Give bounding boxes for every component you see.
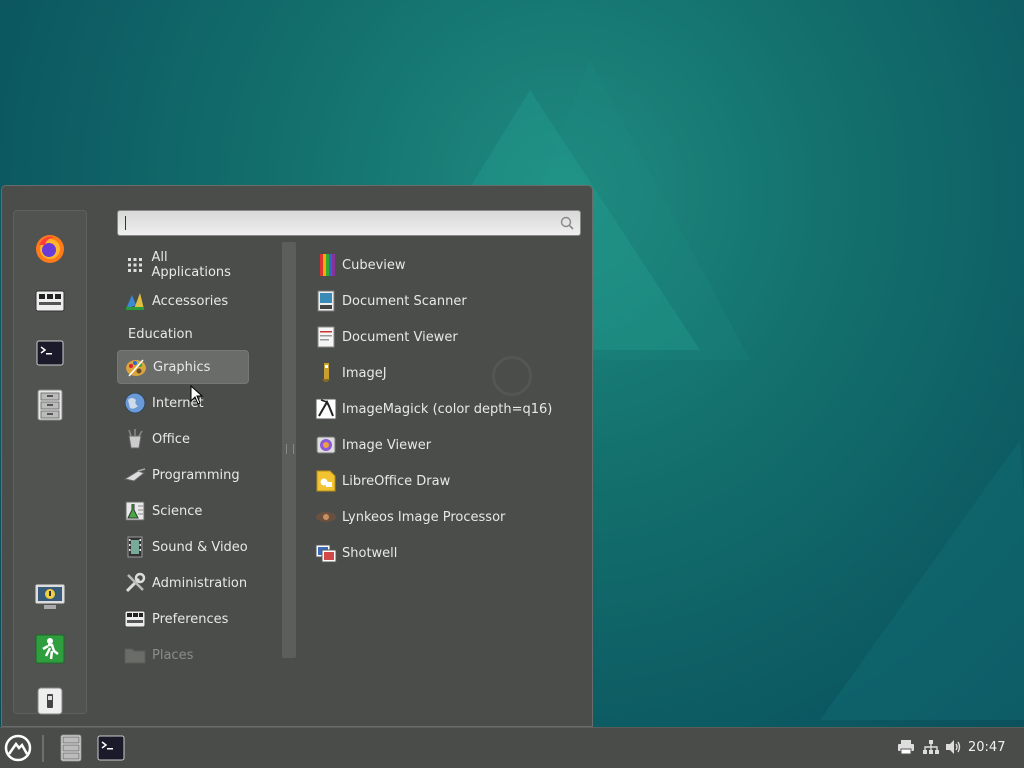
internet-icon <box>124 392 146 414</box>
category-preferences[interactable]: Preferences <box>117 602 249 636</box>
category-science[interactable]: Science <box>117 494 249 528</box>
category-label: Accessories <box>152 293 229 309</box>
pane-resize-grip[interactable] <box>286 444 294 454</box>
category-label: Places <box>152 647 194 663</box>
scanner-icon <box>314 289 338 313</box>
app-label: Document Viewer <box>342 329 458 345</box>
app-label: Lynkeos Image Processor <box>342 509 506 525</box>
category-graphics[interactable]: Graphics <box>117 350 249 384</box>
accessories-icon <box>124 290 146 312</box>
printer-icon[interactable] <box>897 739 915 755</box>
network-icon[interactable] <box>922 739 940 755</box>
taskbar: 20:47 <box>0 727 1024 768</box>
text-cursor <box>125 216 126 230</box>
category-label: Education <box>128 326 193 342</box>
app-item[interactable]: Document Scanner <box>314 284 467 318</box>
category-label: Administration <box>152 575 248 591</box>
taskbar-separator <box>42 735 44 762</box>
shotwell-icon <box>314 541 338 565</box>
terminal-icon <box>97 735 125 761</box>
administration-icon <box>124 572 146 594</box>
search-input[interactable] <box>128 213 552 235</box>
lock-screen-icon <box>34 583 66 609</box>
app-item[interactable]: LibreOffice Draw <box>314 464 450 498</box>
app-label: Document Scanner <box>342 293 467 309</box>
volume-icon[interactable] <box>945 739 963 755</box>
science-icon <box>124 500 146 522</box>
settings-icon <box>35 290 65 312</box>
document-viewer-icon <box>314 325 338 349</box>
folder-icon <box>124 644 146 666</box>
logout-button[interactable] <box>30 629 70 669</box>
category-label: Science <box>152 503 203 519</box>
app-item[interactable]: ImageJ <box>314 356 387 390</box>
application-menu: All Applications Accessories Education G… <box>1 185 593 727</box>
favorite-settings[interactable] <box>30 281 70 321</box>
files-icon <box>60 734 82 762</box>
favorites-sidebar <box>13 210 87 715</box>
app-label: Image Viewer <box>342 437 432 453</box>
category-administration[interactable]: Administration <box>117 566 249 600</box>
shutdown-button[interactable] <box>30 681 70 721</box>
category-all-applications[interactable]: All Applications <box>117 248 249 282</box>
menu-icon <box>4 734 32 762</box>
preferences-icon <box>124 608 146 630</box>
favorite-files[interactable] <box>30 385 70 425</box>
taskbar-terminal-launcher[interactable] <box>95 732 127 764</box>
debian-watermark <box>492 356 532 396</box>
lynkeos-icon <box>314 505 338 529</box>
taskbar-files-launcher[interactable] <box>56 732 86 764</box>
logout-icon <box>35 634 65 664</box>
lock-screen-button[interactable] <box>30 577 70 617</box>
app-item[interactable]: Document Viewer <box>314 320 458 354</box>
category-education[interactable]: Education <box>117 318 249 350</box>
app-label: Cubeview <box>342 257 406 273</box>
cubeview-icon <box>314 253 338 277</box>
category-label: All Applications <box>151 250 231 280</box>
search-icon <box>560 216 574 230</box>
app-item[interactable]: Shotwell <box>314 536 397 570</box>
app-label: ImageJ <box>342 365 387 381</box>
category-label: Programming <box>152 467 240 483</box>
imagej-icon <box>314 361 338 385</box>
grid-icon <box>124 254 146 276</box>
mouse-cursor-icon <box>190 385 204 405</box>
favorite-terminal[interactable] <box>30 333 70 373</box>
app-item[interactable]: ImageMagick (color depth=q16) <box>314 392 552 426</box>
terminal-icon <box>36 340 64 366</box>
category-accessories[interactable]: Accessories <box>117 284 249 318</box>
search-box[interactable] <box>117 210 581 236</box>
menu-button[interactable] <box>2 732 34 764</box>
imagemagick-icon <box>314 397 338 421</box>
app-label: LibreOffice Draw <box>342 473 451 489</box>
category-label: Office <box>152 431 190 447</box>
libreoffice-draw-icon <box>314 469 338 493</box>
app-item[interactable]: Cubeview <box>314 248 406 282</box>
sound-video-icon <box>124 536 146 558</box>
app-item[interactable]: Lynkeos Image Processor <box>314 500 505 534</box>
clock[interactable]: 20:47 <box>968 740 1005 755</box>
category-programming[interactable]: Programming <box>117 458 249 492</box>
category-places[interactable]: Places <box>117 638 249 672</box>
category-internet[interactable]: Internet <box>117 386 249 420</box>
office-icon <box>124 428 146 450</box>
shutdown-icon <box>37 687 63 715</box>
app-label: ImageMagick (color depth=q16) <box>342 401 553 417</box>
graphics-icon <box>125 356 147 378</box>
app-label: Shotwell <box>342 545 398 561</box>
category-sound-video[interactable]: Sound & Video <box>117 530 249 564</box>
programming-icon <box>124 464 146 486</box>
files-icon <box>37 389 63 421</box>
category-label: Graphics <box>153 359 211 375</box>
firefox-icon <box>36 235 64 263</box>
favorite-firefox[interactable] <box>30 229 70 269</box>
image-viewer-icon <box>314 433 338 457</box>
category-office[interactable]: Office <box>117 422 249 456</box>
category-label: Preferences <box>152 611 229 627</box>
category-label: Sound & Video <box>152 539 248 555</box>
wallpaper-shape <box>820 440 1024 720</box>
app-item[interactable]: Image Viewer <box>314 428 431 462</box>
